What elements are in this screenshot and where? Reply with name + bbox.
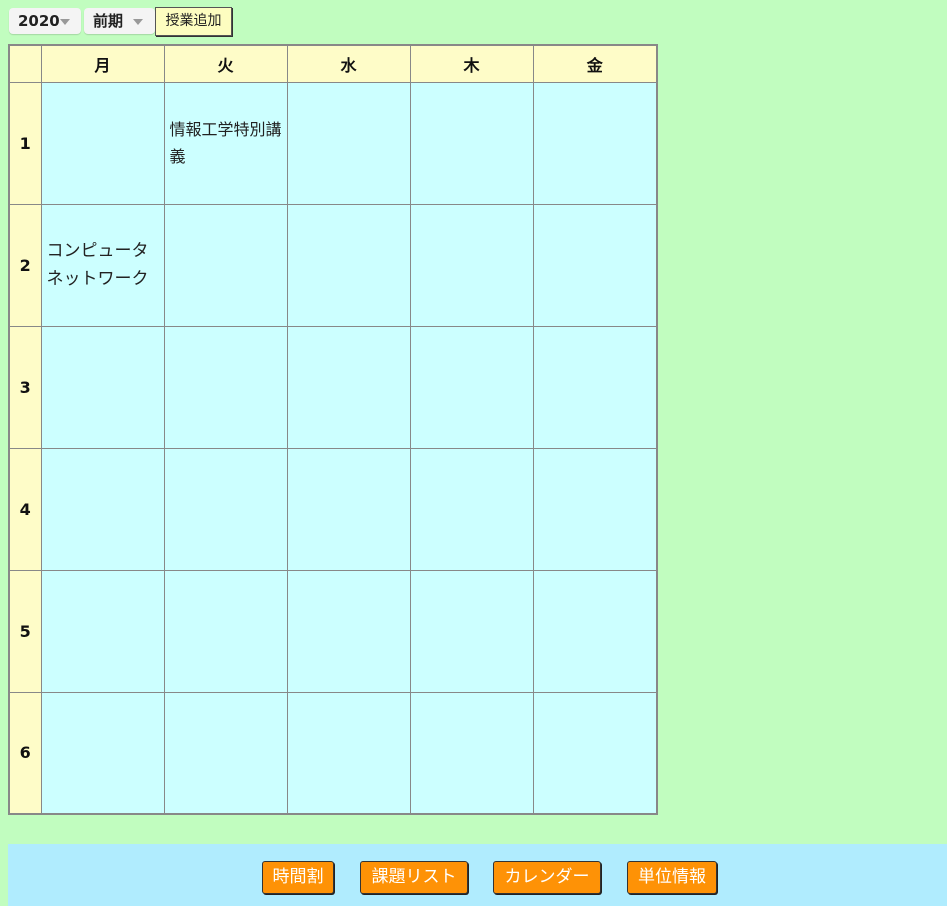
slot-p6-tue[interactable] <box>163 691 288 815</box>
period-label-3: 3 <box>8 325 42 449</box>
day-header-wed: 水 <box>286 44 411 83</box>
slot-p1-tue[interactable]: 情報工学特別講義 <box>163 81 288 205</box>
chevron-down-icon <box>60 19 70 25</box>
credits-button[interactable]: 単位情報 <box>627 861 717 894</box>
slot-p5-fri[interactable] <box>532 569 658 693</box>
slot-p2-mon[interactable]: コンピュータネットワーク <box>40 203 165 327</box>
term-dropdown[interactable]: 前期 <box>84 8 155 34</box>
slot-p2-thu[interactable] <box>409 203 534 327</box>
slot-p5-thu[interactable] <box>409 569 534 693</box>
slot-p6-fri[interactable] <box>532 691 658 815</box>
slot-p5-wed[interactable] <box>286 569 411 693</box>
slot-p3-tue[interactable] <box>163 325 288 449</box>
timetable-button[interactable]: 時間割 <box>262 861 334 894</box>
assignments-button[interactable]: 課題リスト <box>360 861 468 894</box>
year-dropdown[interactable]: 2020 <box>9 8 81 34</box>
calendar-button[interactable]: カレンダー <box>493 861 601 894</box>
course-name: 情報工学特別講義 <box>169 120 282 166</box>
period-label-4: 4 <box>8 447 42 571</box>
slot-p3-thu[interactable] <box>409 325 534 449</box>
day-header-tue: 火 <box>163 44 288 83</box>
slot-p4-mon[interactable] <box>40 447 165 571</box>
period-label-5: 5 <box>8 569 42 693</box>
period-label-1: 1 <box>8 81 42 205</box>
slot-p6-wed[interactable] <box>286 691 411 815</box>
slot-p1-mon[interactable] <box>40 81 165 205</box>
slot-p4-fri[interactable] <box>532 447 658 571</box>
slot-p4-thu[interactable] <box>409 447 534 571</box>
slot-p3-wed[interactable] <box>286 325 411 449</box>
bottom-nav: 時間割 課題リスト カレンダー 単位情報 <box>8 844 947 906</box>
slot-p2-fri[interactable] <box>532 203 658 327</box>
slot-p1-fri[interactable] <box>532 81 658 205</box>
chevron-down-icon <box>133 19 143 25</box>
slot-p4-wed[interactable] <box>286 447 411 571</box>
day-header-thu: 木 <box>409 44 534 83</box>
year-value: 2020 <box>18 12 60 30</box>
day-header-mon: 月 <box>40 44 165 83</box>
slot-p4-tue[interactable] <box>163 447 288 571</box>
timetable: 月 火 水 木 金 1 情報工学特別講義 2 コンピュータネットワーク 3 4 <box>8 44 658 815</box>
add-class-button[interactable]: 授業追加 <box>155 7 232 36</box>
slot-p5-mon[interactable] <box>40 569 165 693</box>
slot-p1-thu[interactable] <box>409 81 534 205</box>
slot-p5-tue[interactable] <box>163 569 288 693</box>
period-label-6: 6 <box>8 691 42 815</box>
slot-p6-mon[interactable] <box>40 691 165 815</box>
period-label-2: 2 <box>8 203 42 327</box>
course-name: コンピュータネットワーク <box>46 241 149 289</box>
slot-p2-tue[interactable] <box>163 203 288 327</box>
slot-p6-thu[interactable] <box>409 691 534 815</box>
slot-p2-wed[interactable] <box>286 203 411 327</box>
corner-cell <box>8 44 42 83</box>
slot-p3-fri[interactable] <box>532 325 658 449</box>
day-header-fri: 金 <box>532 44 658 83</box>
slot-p3-mon[interactable] <box>40 325 165 449</box>
slot-p1-wed[interactable] <box>286 81 411 205</box>
term-value: 前期 <box>93 12 124 30</box>
